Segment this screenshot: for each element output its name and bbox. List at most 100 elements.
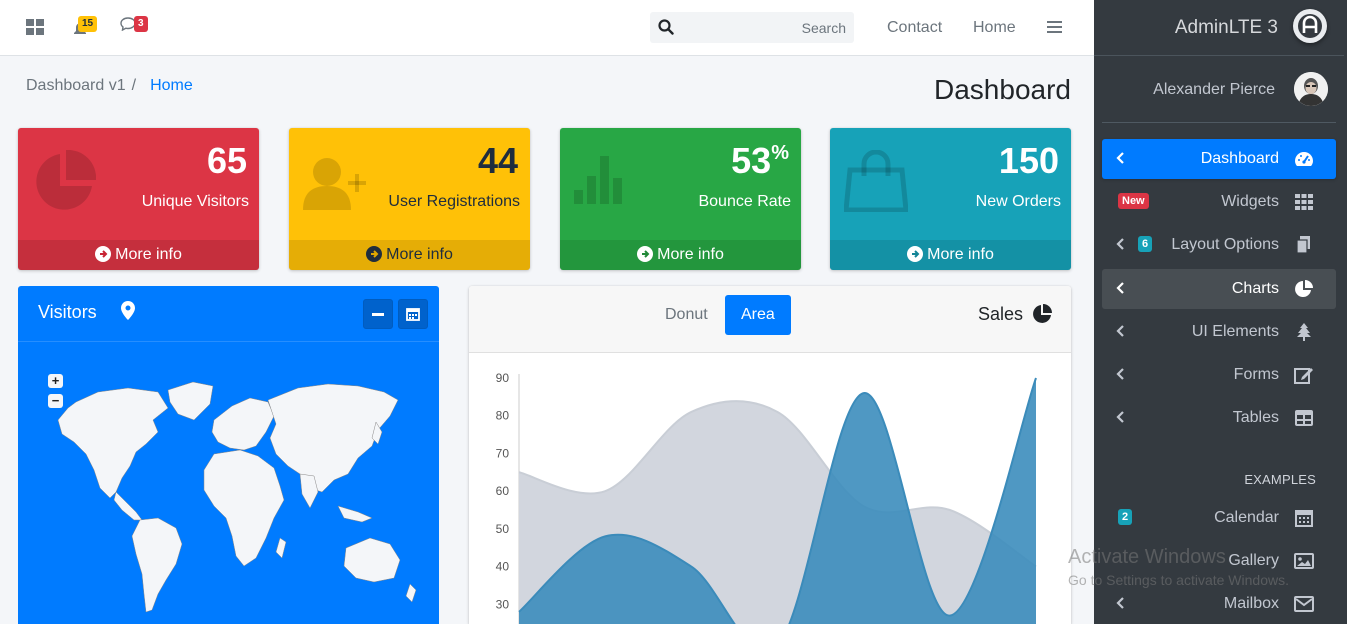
arrow-circle-right-icon — [637, 246, 654, 262]
sidebar-item-label: Forms — [1233, 366, 1279, 383]
more-info-label: More info — [927, 246, 994, 263]
new-orders-box: 150 New Orders More info — [830, 128, 1071, 270]
sidebar-item-calendar[interactable]: 2 Calendar — [1102, 498, 1336, 538]
brand-link[interactable]: AdminLTE 3 — [1094, 0, 1344, 56]
map-region[interactable] — [113, 491, 143, 521]
sidebar-item-label: Gallery — [1228, 552, 1279, 569]
sidebar-item-label: Dashboard — [1200, 150, 1279, 167]
more-info-link[interactable]: More info — [18, 240, 259, 270]
sidebar-item-label: Calendar — [1214, 509, 1279, 526]
sidebar-item-dashboard[interactable]: Dashboard — [1102, 139, 1336, 179]
arrow-circle-right-icon — [907, 246, 924, 262]
contact-link[interactable]: Contact — [887, 19, 942, 37]
tab-area[interactable]: Area — [725, 295, 791, 335]
more-info-link[interactable]: More info — [289, 240, 530, 270]
home-link[interactable]: Home — [973, 19, 1016, 37]
arrow-circle-right-icon — [95, 246, 112, 262]
activate-windows-subtext: Go to Settings to activate Windows. — [1068, 572, 1289, 588]
sidebar-header-examples: EXAMPLES — [1244, 472, 1316, 487]
sidebar-item-label: Charts — [1231, 280, 1279, 297]
sales-area-chart: 9080706050403020 — [496, 371, 1037, 624]
map-region[interactable] — [275, 537, 287, 559]
copy-icon — [1296, 236, 1310, 254]
user-plus-icon — [303, 158, 366, 210]
top-navbar: 15 3 Contact Home — [0, 0, 1094, 56]
breadcrumb-current: Dashboard v1 — [26, 77, 126, 94]
sidebar-item-label: Layout Options — [1171, 236, 1279, 253]
box-label: User Registrations — [388, 193, 520, 210]
sidebar-item-label: UI Elements — [1191, 323, 1279, 340]
envelope-icon — [1294, 596, 1314, 612]
messages-badge: 3 — [134, 16, 148, 32]
more-info-label: More info — [386, 246, 453, 263]
sidebar-item-forms[interactable]: Forms — [1102, 355, 1336, 395]
chevron-left-icon — [1116, 411, 1124, 423]
unique-visitors-box: 65 Unique Visitors More info — [18, 128, 259, 270]
sales-card-header: Donut Area Sales — [469, 286, 1071, 353]
main-sidebar: AdminLTE 3 Alexander Pierce Dashboard Ne… — [1094, 0, 1347, 624]
minus-icon — [372, 313, 384, 316]
brand-text: AdminLTE 3 — [1174, 17, 1278, 38]
collapse-button[interactable] — [363, 299, 393, 329]
sidebar-item-tables[interactable]: Tables — [1102, 398, 1336, 438]
percent-sign: % — [771, 142, 789, 164]
chevron-left-icon — [1116, 238, 1124, 250]
y-tick-label: 40 — [496, 560, 510, 574]
visitors-card: Visitors + − — [18, 286, 439, 624]
map-region[interactable] — [405, 583, 417, 603]
th-icon — [1295, 194, 1313, 210]
search-icon[interactable] — [658, 19, 674, 35]
table-icon — [1295, 410, 1313, 426]
map-region[interactable] — [343, 537, 401, 583]
more-info-label: More info — [115, 246, 182, 263]
apps-grid-icon[interactable] — [26, 19, 44, 35]
shopping-bag-icon — [844, 150, 908, 212]
tab-donut[interactable]: Donut — [649, 295, 724, 335]
sidebar-item-layout-options[interactable]: 6 Layout Options — [1102, 225, 1336, 265]
chevron-left-icon — [1116, 597, 1124, 609]
more-info-link[interactable]: More info — [560, 240, 801, 270]
y-tick-label: 80 — [496, 409, 510, 423]
count-badge: 6 — [1138, 236, 1153, 252]
sidebar-item-label: Mailbox — [1223, 595, 1279, 612]
user-panel: Alexander Pierce — [1102, 57, 1336, 123]
arrow-circle-right-icon — [366, 246, 383, 262]
sidebar-item-widgets[interactable]: New Widgets — [1102, 182, 1336, 222]
y-tick-label: 70 — [496, 446, 510, 460]
sidebar-item-label: Widgets — [1221, 193, 1279, 210]
breadcrumb-home-link[interactable]: Home — [150, 77, 193, 94]
map-marker-icon — [121, 301, 135, 320]
hamburger-menu-icon[interactable] — [1047, 21, 1062, 34]
user-avatar[interactable] — [1294, 72, 1328, 106]
map-region[interactable] — [57, 387, 169, 499]
date-range-button[interactable] — [398, 299, 428, 329]
breadcrumb: Dashboard v1 / Home — [26, 77, 193, 95]
search-input[interactable] — [680, 12, 848, 43]
sidebar-item-ui-elements[interactable]: UI Elements — [1102, 312, 1336, 352]
tachometer-icon — [1295, 152, 1313, 166]
activate-windows-watermark: Activate Windows — [1068, 546, 1226, 568]
more-info-label: More info — [657, 246, 724, 263]
box-label: Bounce Rate — [698, 193, 791, 210]
box-value: 150 — [998, 140, 1059, 181]
tree-icon — [1297, 323, 1311, 341]
chevron-left-icon — [1116, 368, 1124, 380]
sidebar-item-charts[interactable]: Charts — [1102, 269, 1336, 309]
bar-chart-icon — [574, 156, 622, 204]
map-region[interactable] — [203, 449, 285, 567]
map-region[interactable] — [167, 381, 214, 421]
calendar-icon — [406, 308, 420, 321]
notifications-badge: 15 — [78, 16, 98, 32]
sales-card: Donut Area Sales 9080706050403020 — [469, 286, 1071, 624]
more-info-link[interactable]: More info — [830, 240, 1071, 270]
chart-pie-icon — [1033, 304, 1052, 323]
map-region[interactable] — [337, 505, 373, 523]
chevron-left-icon — [1116, 325, 1124, 337]
sidebar-item-mailbox[interactable]: Mailbox — [1102, 584, 1336, 624]
user-name-link[interactable]: Alexander Pierce — [1153, 81, 1275, 99]
box-label: New Orders — [975, 193, 1061, 210]
world-map[interactable] — [18, 342, 439, 624]
visitors-title: Visitors — [38, 302, 97, 322]
map-region[interactable] — [131, 517, 183, 613]
map-region[interactable] — [211, 397, 275, 451]
